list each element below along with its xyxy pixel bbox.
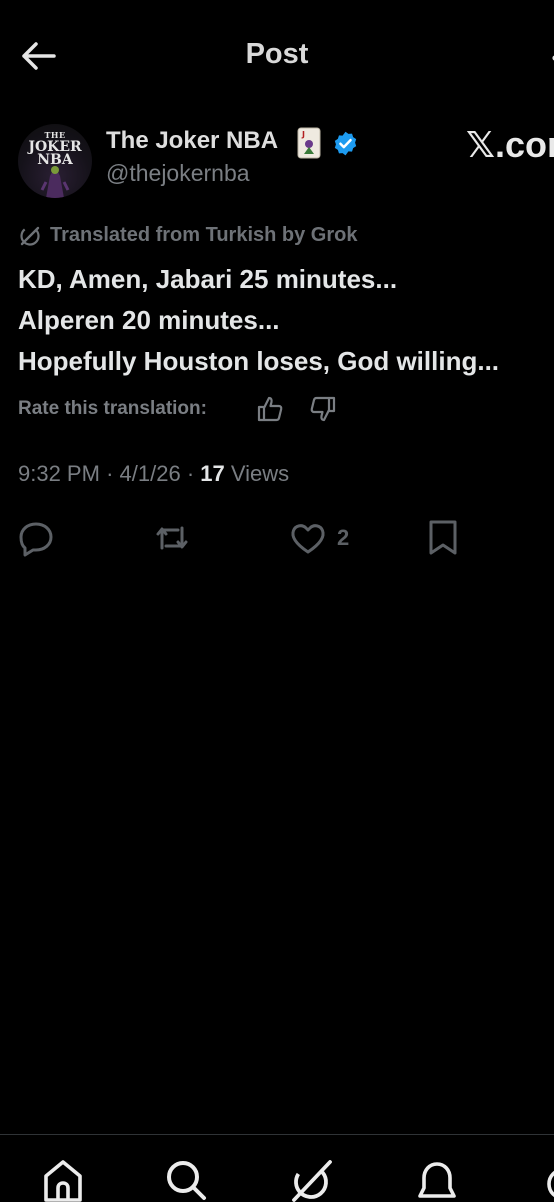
views-label[interactable]: Views [231,461,289,486]
post-text-line: Alperen 20 minutes... [18,305,280,335]
post-text-line: KD, Amen, Jabari 25 minutes... [18,264,398,294]
grok-icon [20,226,40,246]
page-title: Post [245,38,309,70]
repost-icon[interactable] [152,518,192,558]
bookmark-icon[interactable] [424,518,464,558]
avatar-logo: THE JOKER NBA [28,130,82,168]
avatar[interactable]: THE JOKER NBA [18,124,92,198]
handle[interactable]: @thejokernba [106,160,250,187]
thumbs-down-icon[interactable] [308,394,338,424]
notifications-icon[interactable] [414,1156,460,1202]
joker-card-icon: J [297,127,321,159]
joker-figure [40,166,70,198]
translation-label[interactable]: Translated from Turkish by Grok [50,224,357,247]
post-time: 9:32 PM [18,461,100,486]
like-count[interactable]: 2 [337,525,349,551]
views-count[interactable]: 17 [200,461,224,486]
display-name[interactable]: The Joker NBA [106,127,278,155]
verified-badge-icon [334,131,357,156]
rate-translation-label: Rate this translation: [18,398,207,419]
post-text-line: Hopefully Houston loses, God willing... [18,346,500,376]
messages-icon[interactable] [530,1156,554,1202]
reply-icon[interactable] [16,518,56,558]
post-date: 4/1/26 [119,461,181,486]
search-icon[interactable] [162,1156,208,1202]
thumbs-up-icon[interactable] [255,394,285,424]
more-button[interactable] [548,44,554,72]
svg-text:J: J [301,130,305,139]
more-icon [552,55,554,61]
grok-icon[interactable] [288,1156,334,1202]
home-icon[interactable] [40,1156,86,1202]
bottom-nav-divider [0,1134,554,1135]
heart-icon[interactable] [288,518,328,558]
post-meta: 9:32 PM · 4/1/26 · 17 Views [18,461,290,486]
watermark: 𝕏.com [466,124,554,165]
